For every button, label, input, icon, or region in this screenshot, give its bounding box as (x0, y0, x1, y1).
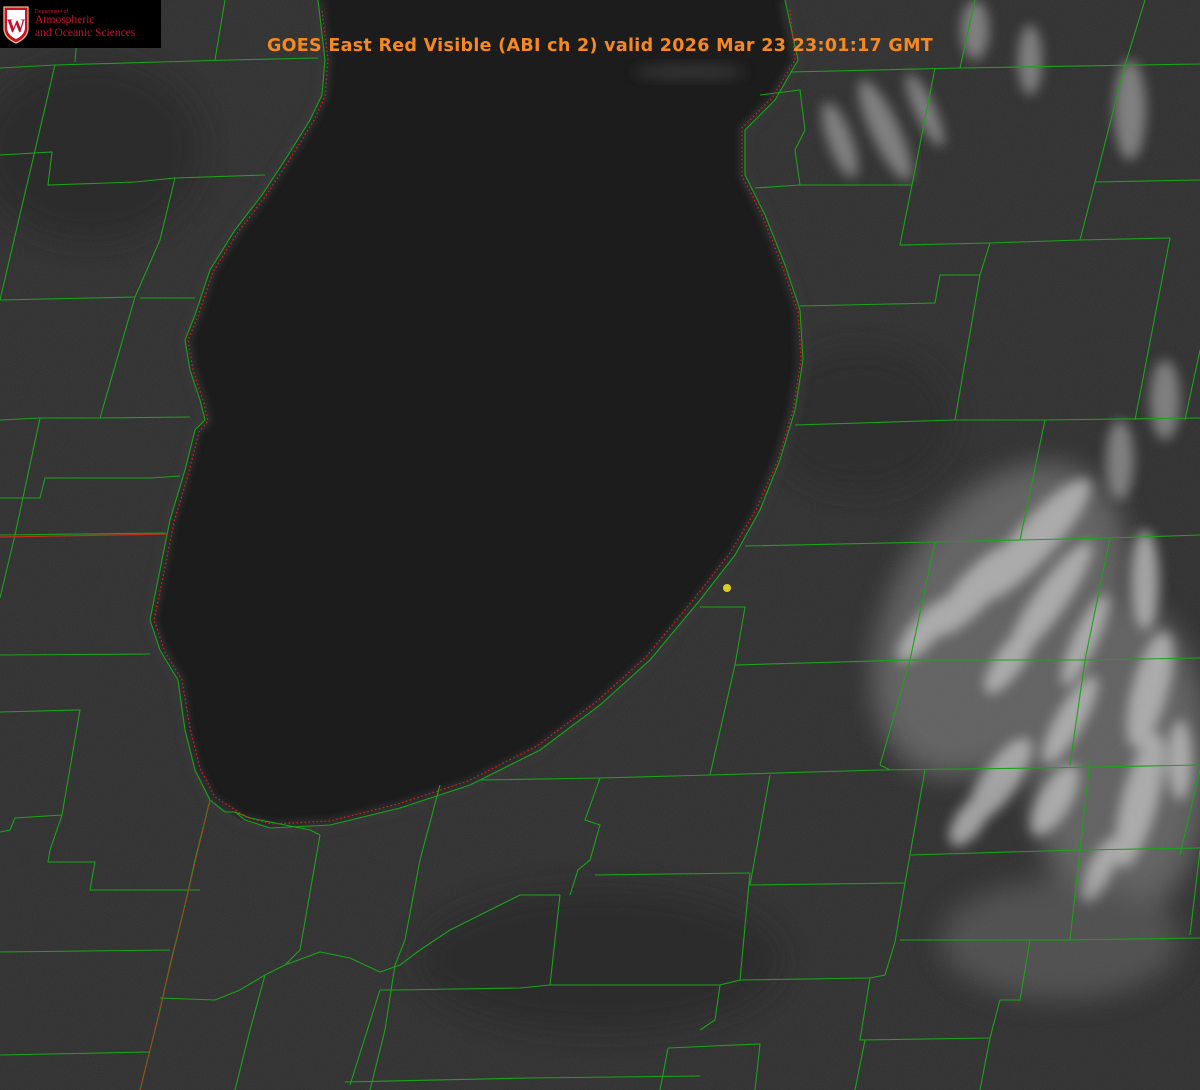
logo-line1: Atmospheric (35, 14, 95, 26)
image-title: GOES East Red Visible (ABI ch 2) valid 2… (266, 36, 934, 56)
logo-line2: and Oceanic Sciences (35, 27, 136, 39)
location-marker (723, 584, 731, 592)
map-canvas (0, 0, 1200, 1090)
satellite-image: GOES East Red Visible (ABI ch 2) valid 2… (0, 0, 1200, 1090)
svg-text:W: W (7, 16, 26, 37)
lake-ice-streak (635, 63, 745, 81)
aos-logo: W Department of Atmospheric and Oceanic … (0, 0, 161, 48)
uw-crest-icon: W (3, 6, 29, 44)
